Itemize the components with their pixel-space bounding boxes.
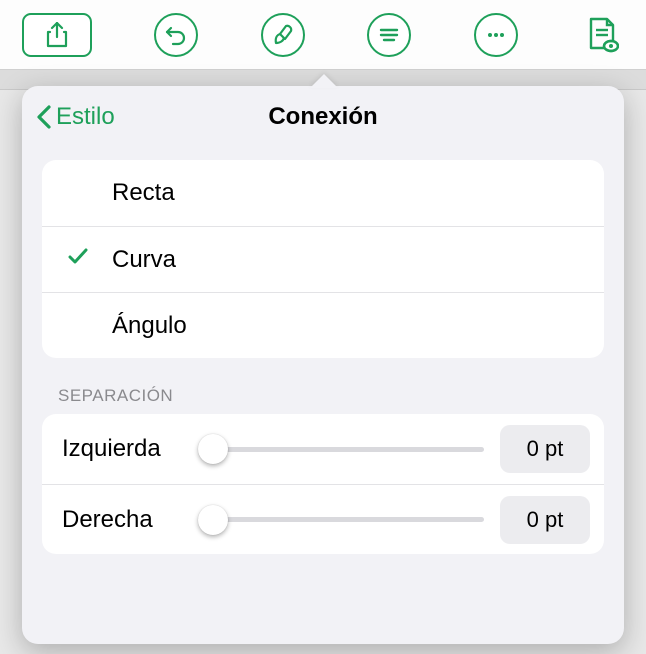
lines-icon [378, 24, 400, 46]
undo-icon [165, 24, 187, 46]
chevron-left-icon [36, 104, 52, 130]
slider-thumb[interactable] [198, 505, 228, 535]
value-right[interactable]: 0 pt [500, 496, 590, 544]
slider-label-left: Izquierda [62, 435, 182, 463]
doc-options-button[interactable] [367, 13, 411, 57]
option-curva[interactable]: Curva [42, 226, 604, 292]
share-button[interactable] [22, 13, 92, 57]
value-left[interactable]: 0 pt [500, 425, 590, 473]
share-icon [46, 22, 68, 48]
more-button[interactable] [474, 13, 518, 57]
format-button[interactable] [261, 13, 305, 57]
slider-track-bg [198, 447, 484, 452]
top-toolbar [0, 0, 646, 70]
slider-left[interactable] [198, 437, 484, 461]
undo-button[interactable] [154, 13, 198, 57]
section-label-separacion: SEPARACIÓN [58, 386, 588, 406]
slider-row-left: Izquierda 0 pt [42, 414, 604, 484]
slider-label-right: Derecha [62, 506, 182, 534]
separation-sliders: Izquierda 0 pt Derecha 0 pt [42, 414, 604, 554]
slider-right[interactable] [198, 508, 484, 532]
slider-track-bg [198, 517, 484, 522]
brush-icon [271, 23, 295, 47]
check-icon [66, 244, 90, 275]
option-angulo[interactable]: Ángulo [42, 292, 604, 358]
back-label: Estilo [56, 103, 115, 131]
format-popover: Estilo Conexión Recta Curva Ángulo SEPAR… [22, 86, 624, 644]
option-label: Recta [112, 179, 175, 207]
more-icon [485, 24, 507, 46]
slider-row-right: Derecha 0 pt [42, 484, 604, 554]
popover-title: Conexión [268, 103, 377, 131]
option-label: Curva [112, 246, 176, 274]
back-button[interactable]: Estilo [36, 86, 115, 148]
option-label: Ángulo [112, 312, 187, 340]
doc-eye-icon [585, 16, 619, 54]
presenter-button[interactable] [580, 13, 624, 57]
connection-type-list: Recta Curva Ángulo [42, 160, 604, 358]
option-recta[interactable]: Recta [42, 160, 604, 226]
slider-thumb[interactable] [198, 434, 228, 464]
popover-header: Estilo Conexión [22, 86, 624, 148]
